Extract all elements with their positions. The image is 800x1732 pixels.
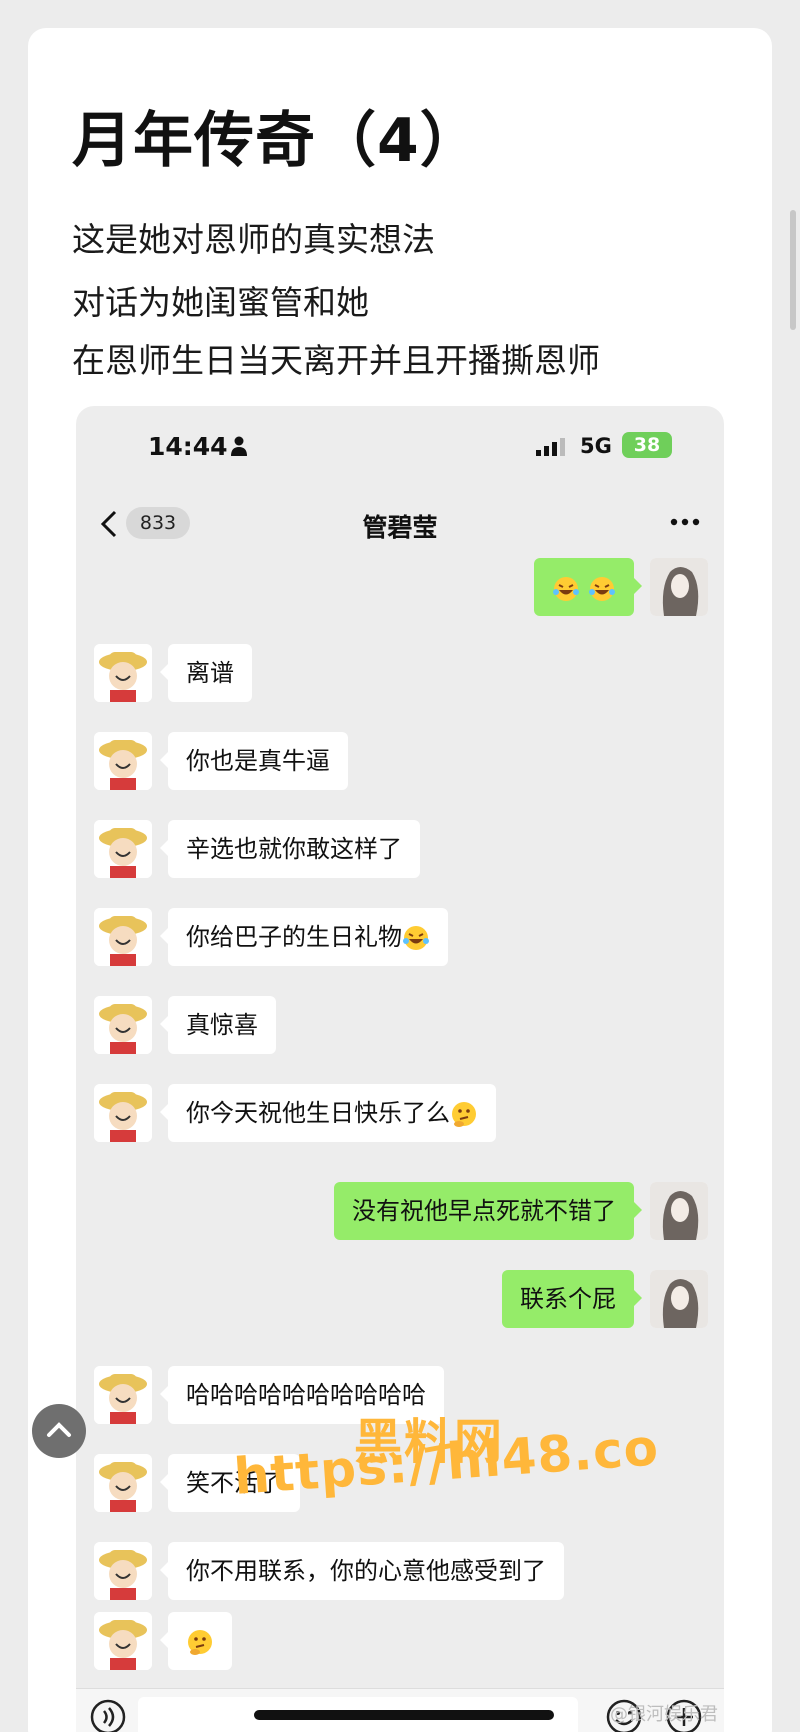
status-time: 14:44 bbox=[148, 432, 228, 461]
avatar-friend[interactable] bbox=[94, 1542, 152, 1600]
home-indicator bbox=[254, 1710, 554, 1720]
message-bubble[interactable]: 你给巴子的生日礼物 bbox=[160, 908, 448, 966]
message-row: 你今天祝他生日快乐了么 bbox=[76, 1084, 724, 1144]
message-bubble[interactable]: 离谱 bbox=[160, 644, 252, 702]
weibo-watermark: @银河娱乐君 bbox=[610, 1704, 718, 1725]
message-text: 你今天祝他生日快乐了么 bbox=[186, 1099, 450, 1127]
message-bubble[interactable]: 真惊喜 bbox=[160, 996, 276, 1054]
laugh-cry-emoji bbox=[589, 577, 615, 601]
message-row: 联系个屁 bbox=[76, 1270, 724, 1330]
avatar-friend[interactable] bbox=[94, 732, 152, 790]
thinking-emoji bbox=[452, 1102, 476, 1127]
avatar-friend[interactable] bbox=[94, 1084, 152, 1142]
message-text: 你给巴子的生日礼物 bbox=[186, 923, 402, 951]
message-row: 没有祝他早点死就不错了 bbox=[76, 1182, 724, 1242]
post-line-2: 对话为她闺蜜管和她 bbox=[72, 283, 369, 322]
message-row: 你不用联系，你的心意他感受到了 bbox=[76, 1542, 724, 1602]
more-icon[interactable] bbox=[670, 518, 700, 526]
message-bubble[interactable]: 辛选也就你敢这样了 bbox=[160, 820, 420, 878]
message-row bbox=[76, 558, 724, 618]
message-bubble[interactable]: 你也是真牛逼 bbox=[160, 732, 348, 790]
battery-indicator: 38 bbox=[622, 432, 672, 458]
chat-title: 管碧莹 bbox=[362, 513, 438, 542]
scroll-top-icon bbox=[47, 1422, 71, 1437]
message-row: 你也是真牛逼 bbox=[76, 732, 724, 792]
avatar-friend[interactable] bbox=[94, 820, 152, 878]
avatar-friend[interactable] bbox=[94, 908, 152, 966]
message-bubble[interactable] bbox=[534, 558, 642, 616]
chat-screenshot: 14:44 5G 38 833 管碧莹 离谱 你也是真牛逼 辛选也就你敢这样了 … bbox=[76, 406, 724, 1732]
scrollbar-thumb[interactable] bbox=[790, 210, 796, 330]
message-bubble[interactable]: 你今天祝他生日快乐了么 bbox=[160, 1084, 496, 1142]
message-bubble[interactable]: 你不用联系，你的心意他感受到了 bbox=[160, 1542, 564, 1600]
status-bar: 14:44 5G 38 bbox=[76, 406, 724, 486]
voice-icon[interactable] bbox=[90, 1699, 126, 1732]
message-row: 真惊喜 bbox=[76, 996, 724, 1056]
message-row bbox=[76, 1612, 724, 1672]
avatar-friend[interactable] bbox=[94, 1366, 152, 1424]
laugh-cry-emoji bbox=[403, 926, 429, 950]
person-icon bbox=[231, 436, 247, 456]
avatar-friend[interactable] bbox=[94, 1454, 152, 1512]
message-row: 辛选也就你敢这样了 bbox=[76, 820, 724, 880]
network-type: 5G bbox=[580, 434, 612, 458]
message-bubble[interactable] bbox=[160, 1612, 232, 1670]
message-bubble[interactable]: 没有祝他早点死就不错了 bbox=[334, 1182, 642, 1240]
post-line-3: 在恩师生日当天离开并且开播撕恩师 bbox=[72, 341, 600, 380]
avatar-friend[interactable] bbox=[94, 644, 152, 702]
signal-icon bbox=[536, 438, 565, 456]
thinking-emoji bbox=[188, 1630, 212, 1655]
avatar-friend[interactable] bbox=[94, 996, 152, 1054]
post-line-1: 这是她对恩师的真实想法 bbox=[72, 220, 435, 259]
message-bubble[interactable]: 联系个屁 bbox=[502, 1270, 642, 1328]
avatar-friend[interactable] bbox=[94, 1612, 152, 1670]
message-row: 你给巴子的生日礼物 bbox=[76, 908, 724, 968]
laugh-cry-emoji bbox=[553, 577, 580, 601]
message-row: 离谱 bbox=[76, 644, 724, 704]
avatar-self[interactable] bbox=[650, 1182, 708, 1240]
avatar-self[interactable] bbox=[650, 558, 708, 616]
chat-navbar: 833 管碧莹 bbox=[76, 486, 724, 560]
scroll-top-button[interactable] bbox=[32, 1404, 86, 1458]
avatar-self[interactable] bbox=[650, 1270, 708, 1328]
post-title: 月年传奇（4） bbox=[72, 106, 481, 176]
